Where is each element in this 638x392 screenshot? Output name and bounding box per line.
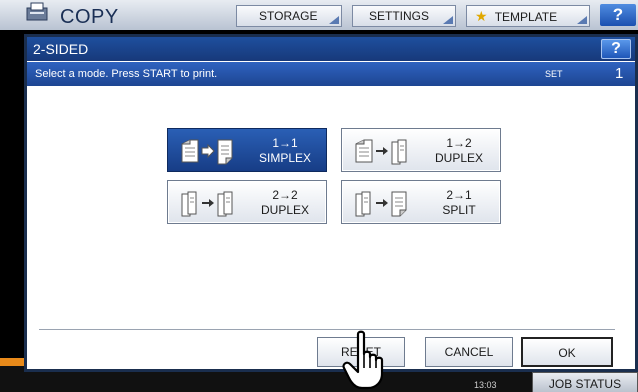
tab-template[interactable]: ★ TEMPLATE: [466, 5, 590, 27]
cancel-button[interactable]: CANCEL: [425, 337, 513, 367]
mode-duplex-2-2-button[interactable]: 2→2 DUPLEX: [167, 180, 327, 224]
copy-title: COPY: [60, 6, 119, 28]
tab-corner-icon: [329, 16, 339, 24]
mode-name: DUPLEX: [434, 151, 484, 165]
mode-ratio: 2→1: [446, 188, 472, 202]
two-sided-dialog: 2-SIDED ? Select a mode. Press START to …: [24, 34, 638, 372]
mode-ratio: 1→1: [272, 136, 298, 150]
tab-storage-label: STORAGE: [259, 9, 318, 23]
hand-pointer-icon: [342, 330, 384, 390]
tab-template-label: TEMPLATE: [494, 10, 558, 24]
mode-ratio: 2→2: [272, 188, 298, 202]
message-bar: Select a mode. Press START to print. SET…: [27, 62, 635, 86]
mode-duplex-1-2-button[interactable]: 1→2 DUPLEX: [341, 128, 501, 172]
set-label: SET: [545, 69, 563, 79]
dialog-title: 2-SIDED: [33, 41, 89, 57]
header-help-button[interactable]: ?: [600, 4, 636, 26]
tab-storage[interactable]: STORAGE: [236, 5, 342, 27]
job-status-button[interactable]: JOB STATUS: [532, 372, 638, 392]
simplex-1-1-icon: [181, 139, 233, 165]
duplex-2-2-icon: [181, 191, 233, 217]
copy-icon: [26, 2, 48, 21]
set-count: 1: [615, 65, 624, 82]
mode-split-2-1-button[interactable]: 2→1 SPLIT: [341, 180, 501, 224]
footer-divider: [39, 329, 615, 330]
tab-settings-label: SETTINGS: [369, 9, 430, 23]
mode-label: 1→2 DUPLEX: [422, 136, 496, 166]
dialog-titlebar: 2-SIDED ?: [27, 37, 635, 61]
tab-corner-icon: [577, 16, 587, 24]
mode-simplex-1-1-button[interactable]: 1→1 SIMPLEX: [167, 128, 327, 172]
clock-time: 13:03: [474, 380, 497, 390]
duplex-1-2-icon: [355, 139, 407, 165]
ok-button[interactable]: OK: [521, 337, 613, 367]
mode-label: 1→1 SIMPLEX: [248, 136, 322, 166]
mode-label: 2→1 SPLIT: [422, 188, 496, 218]
mode-label: 2→2 DUPLEX: [248, 188, 322, 218]
split-2-1-icon: [355, 191, 407, 217]
mode-name: DUPLEX: [260, 203, 310, 217]
mode-name: SIMPLEX: [258, 151, 312, 165]
tab-settings[interactable]: SETTINGS: [352, 5, 456, 27]
mode-name: SPLIT: [442, 203, 476, 217]
mode-ratio: 1→2: [446, 136, 472, 150]
tab-corner-icon: [443, 16, 453, 24]
instruction-message: Select a mode. Press START to print.: [35, 68, 218, 80]
dialog-help-button[interactable]: ?: [601, 39, 631, 59]
star-icon: ★: [475, 8, 488, 24]
